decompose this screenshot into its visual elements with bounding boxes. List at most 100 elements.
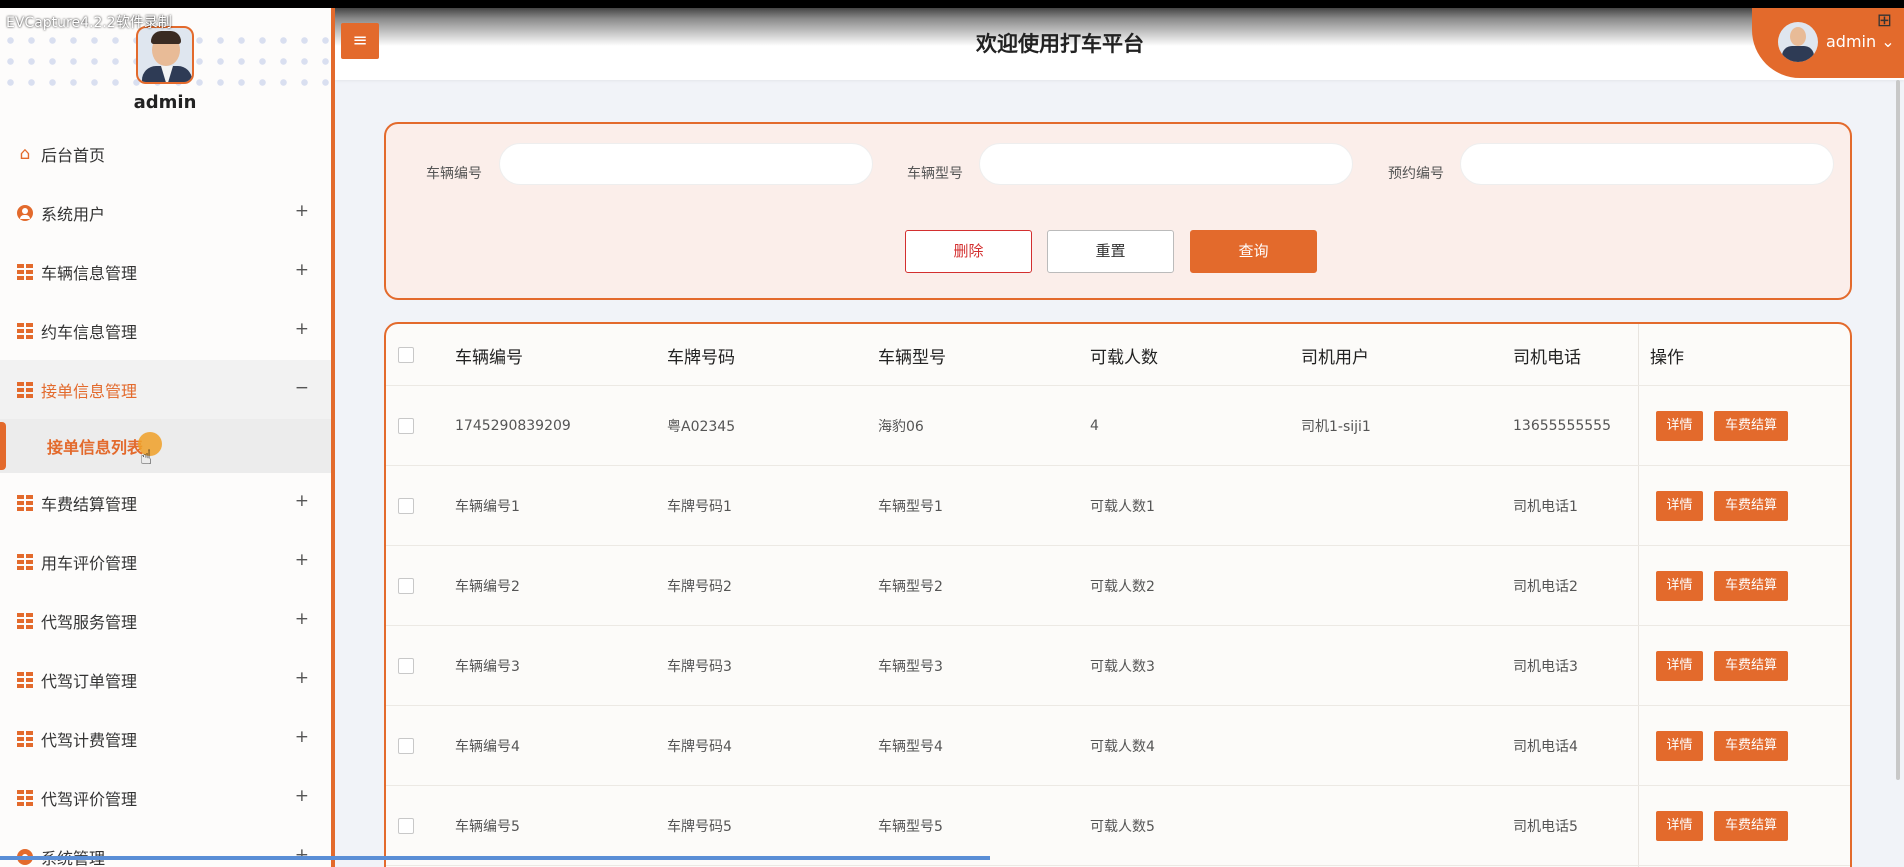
sidebar-item-home[interactable]: ⌂ 后台首页 bbox=[0, 124, 331, 183]
user-icon bbox=[17, 204, 33, 221]
vehicle-no-input[interactable] bbox=[499, 143, 873, 185]
sidebar-item-label: 车辆信息管理 bbox=[41, 263, 138, 283]
grid-icon bbox=[17, 322, 33, 339]
detail-button[interactable]: 详情 bbox=[1656, 491, 1703, 521]
expand-icon: + bbox=[294, 319, 309, 339]
settle-button[interactable]: 车费结算 bbox=[1714, 491, 1788, 521]
cell-plate: 车牌号码4 bbox=[667, 739, 732, 755]
sidebar-subitem-order-list[interactable]: 接单信息列表 bbox=[0, 419, 331, 473]
table-header: 车辆编号 车牌号码 车辆型号 可载人数 司机用户 司机电话 操作 bbox=[386, 324, 1850, 386]
layout-icon[interactable]: ⊞ bbox=[1877, 10, 1892, 31]
row-checkbox[interactable] bbox=[398, 418, 414, 434]
sidebar-item-driver-orders[interactable]: 代驾订单管理 + bbox=[0, 650, 331, 709]
expand-icon: + bbox=[294, 845, 309, 865]
horizontal-scrollbar[interactable] bbox=[0, 856, 990, 860]
vehicle-model-input[interactable] bbox=[979, 143, 1353, 185]
cell-plate: 车牌号码1 bbox=[667, 499, 732, 515]
detail-button[interactable]: 详情 bbox=[1656, 811, 1703, 841]
reset-button[interactable]: 重置 bbox=[1047, 230, 1174, 273]
sidebar-item-label: 代驾服务管理 bbox=[41, 612, 138, 632]
cell-phone: 司机电话4 bbox=[1513, 739, 1578, 755]
sidebar-avatar bbox=[136, 26, 194, 84]
detail-button[interactable]: 详情 bbox=[1656, 411, 1703, 441]
expand-icon: + bbox=[294, 727, 309, 747]
sidebar-item-driver-service[interactable]: 代驾服务管理 + bbox=[0, 591, 331, 650]
expand-icon: + bbox=[294, 550, 309, 570]
delete-button[interactable]: 删除 bbox=[905, 230, 1032, 273]
cell-phone: 司机电话3 bbox=[1513, 659, 1578, 675]
grid-icon bbox=[17, 494, 33, 511]
cell-vehicle-no: 车辆编号2 bbox=[455, 579, 520, 595]
cell-capacity: 可载人数1 bbox=[1090, 499, 1155, 515]
sidebar-item-system[interactable]: 系统管理 + bbox=[0, 827, 331, 867]
row-checkbox[interactable] bbox=[398, 578, 414, 594]
table-row: 车辆编号5 车牌号码5 车辆型号5 可载人数5 司机电话5 详情 车费结算 bbox=[386, 786, 1850, 866]
menu-toggle-button[interactable]: ≡ bbox=[341, 23, 379, 59]
grid-icon bbox=[17, 263, 33, 280]
cell-model: 车辆型号4 bbox=[878, 739, 943, 755]
row-checkbox[interactable] bbox=[398, 738, 414, 754]
cell-plate: 车牌号码3 bbox=[667, 659, 732, 675]
table-row: 1745290839209 粤A02345 海豹06 4 司机1-siji1 1… bbox=[386, 386, 1850, 466]
grid-icon bbox=[17, 612, 33, 629]
sidebar-item-label: 系统用户 bbox=[41, 204, 106, 224]
grid-icon bbox=[17, 553, 33, 570]
chevron-down-icon: ⌄ bbox=[1881, 32, 1895, 51]
sidebar-item-system-users[interactable]: 系统用户 + bbox=[0, 183, 331, 242]
sidebar-item-fare[interactable]: 车费结算管理 + bbox=[0, 473, 331, 532]
grid-icon bbox=[17, 789, 33, 806]
cell-model: 海豹06 bbox=[878, 419, 924, 435]
settle-button[interactable]: 车费结算 bbox=[1714, 731, 1788, 761]
select-all-checkbox[interactable] bbox=[398, 347, 414, 363]
grid-icon bbox=[17, 381, 33, 398]
sidebar-item-driver-billing[interactable]: 代驾计费管理 + bbox=[0, 709, 331, 768]
sidebar-item-booking[interactable]: 约车信息管理 + bbox=[0, 301, 331, 360]
detail-button[interactable]: 详情 bbox=[1656, 651, 1703, 681]
sidebar-item-label: 约车信息管理 bbox=[41, 322, 138, 342]
sidebar-item-orders[interactable]: 接单信息管理 − bbox=[0, 360, 331, 419]
detail-button[interactable]: 详情 bbox=[1656, 571, 1703, 601]
hamburger-icon: ≡ bbox=[352, 30, 368, 51]
cell-capacity: 可载人数4 bbox=[1090, 739, 1155, 755]
booking-no-input[interactable] bbox=[1460, 143, 1834, 185]
settle-button[interactable]: 车费结算 bbox=[1714, 651, 1788, 681]
detail-button[interactable]: 详情 bbox=[1656, 731, 1703, 761]
sidebar-menu: ⌂ 后台首页 系统用户 + 车辆信息管理 + 约车信息管理 + 接单信息管理 −… bbox=[0, 124, 331, 867]
sidebar-item-driver-review[interactable]: 代驾评价管理 + bbox=[0, 768, 331, 827]
search-panel: 车辆编号 车辆型号 预约编号 删除 重置 查询 bbox=[384, 122, 1852, 300]
home-icon: ⌂ bbox=[19, 143, 31, 164]
sidebar-item-label: 代驾订单管理 bbox=[41, 671, 138, 691]
cell-capacity: 可载人数3 bbox=[1090, 659, 1155, 675]
cell-phone: 13655555555 bbox=[1513, 418, 1611, 434]
sidebar-item-vehicle[interactable]: 车辆信息管理 + bbox=[0, 242, 331, 301]
row-checkbox[interactable] bbox=[398, 498, 414, 514]
sidebar-item-review[interactable]: 用车评价管理 + bbox=[0, 532, 331, 591]
booking-no-label: 预约编号 bbox=[1388, 166, 1444, 182]
sidebar-item-label: 代驾计费管理 bbox=[41, 730, 138, 750]
column-header: 司机用户 bbox=[1301, 347, 1369, 368]
table-row: 车辆编号4 车牌号码4 车辆型号4 可载人数4 司机电话4 详情 车费结算 bbox=[386, 706, 1850, 786]
cell-model: 车辆型号5 bbox=[878, 819, 943, 835]
query-button[interactable]: 查询 bbox=[1190, 230, 1317, 273]
cell-phone: 司机电话2 bbox=[1513, 579, 1578, 595]
avatar bbox=[1778, 22, 1818, 62]
window-top-bar bbox=[0, 0, 1904, 8]
sidebar: admin ⌂ 后台首页 系统用户 + 车辆信息管理 + 约车信息管理 + 接单… bbox=[0, 0, 335, 867]
settle-button[interactable]: 车费结算 bbox=[1714, 571, 1788, 601]
grid-icon bbox=[17, 671, 33, 688]
settle-button[interactable]: 车费结算 bbox=[1714, 811, 1788, 841]
row-checkbox[interactable] bbox=[398, 818, 414, 834]
settle-button[interactable]: 车费结算 bbox=[1714, 411, 1788, 441]
cell-capacity: 可载人数2 bbox=[1090, 579, 1155, 595]
cell-plate: 车牌号码2 bbox=[667, 579, 732, 595]
row-checkbox[interactable] bbox=[398, 658, 414, 674]
vertical-scrollbar[interactable] bbox=[1896, 80, 1900, 780]
sidebar-subitem-label: 接单信息列表 bbox=[47, 438, 144, 457]
capture-title: EVCapture4.2.2软件录制 bbox=[6, 15, 172, 31]
expand-icon: + bbox=[294, 668, 309, 688]
vehicle-no-label: 车辆编号 bbox=[426, 166, 482, 182]
cell-phone: 司机电话1 bbox=[1513, 499, 1578, 515]
sidebar-user-name: admin bbox=[133, 92, 197, 113]
column-header: 司机电话 bbox=[1513, 347, 1581, 368]
expand-icon: + bbox=[294, 491, 309, 511]
